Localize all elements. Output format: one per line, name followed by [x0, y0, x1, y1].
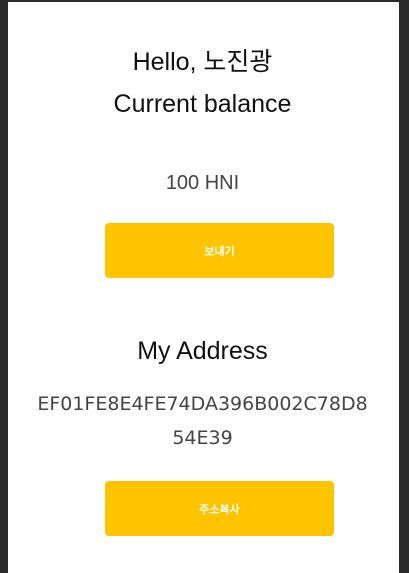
balance-value: 100 HNI [165, 172, 240, 194]
address-value: EF01FE8E4FE74DA396B002C78D854E39 [37, 393, 368, 449]
balance-label: Current balance [113, 90, 292, 118]
address-title: My Address [137, 337, 268, 365]
wallet-panel: Hello, 노진광 Current balance 100 HNI 보내기 M… [16, 2, 389, 573]
copy-address-button[interactable]: 주소복사 [105, 481, 334, 536]
send-button[interactable]: 보내기 [105, 223, 334, 278]
app-frame: Hello, 노진광 Current balance 100 HNI 보내기 M… [0, 0, 409, 573]
greeting-text: Hello, 노진광 [132, 48, 273, 76]
